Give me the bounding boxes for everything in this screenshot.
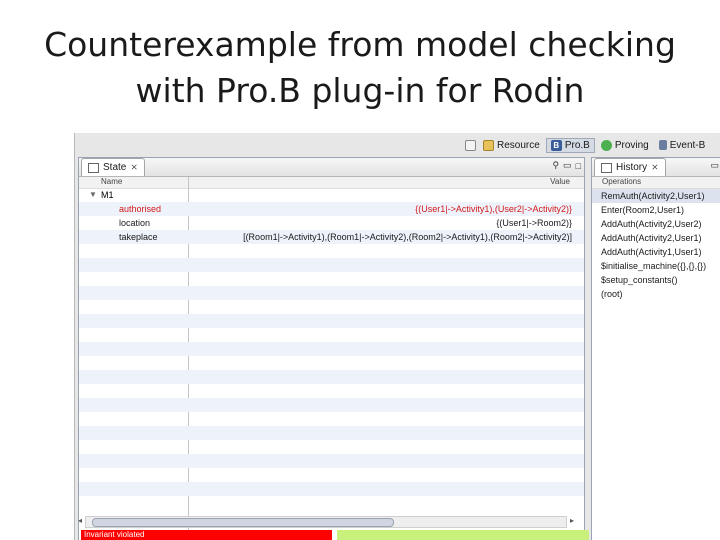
tree-root-row[interactable]: ▼ M1 (79, 188, 584, 202)
empty-row (79, 314, 584, 328)
perspective-prob[interactable]: B Pro.B (545, 137, 595, 153)
slide-title-line-1: Counterexample from model checking (44, 25, 676, 64)
list-item[interactable]: Enter(Room2,User1) (592, 203, 720, 217)
column-header-value[interactable]: Value (550, 177, 570, 186)
perspective-proving-label: Proving (614, 139, 649, 151)
empty-row (79, 384, 584, 398)
perspective-eventb[interactable]: Event-B (655, 139, 710, 152)
horizontal-scrollbar[interactable]: ◂ ▸ (78, 516, 574, 528)
maximize-icon[interactable]: □ (576, 161, 581, 171)
empty-row (79, 412, 584, 426)
list-item[interactable]: AddAuth(Activity2,User1) (592, 231, 720, 245)
list-item[interactable]: AddAuth(Activity1,User1) (592, 245, 720, 259)
empty-row (79, 426, 584, 440)
empty-row (79, 328, 584, 342)
prob-icon: B (550, 139, 562, 151)
ok-status (337, 530, 589, 540)
empty-row (79, 356, 584, 370)
state-table: ▼ M1 authorised {(User1|->Activity1),(Us… (79, 188, 584, 510)
scroll-left-icon[interactable]: ◂ (78, 516, 82, 525)
eventb-icon (658, 140, 667, 150)
state-view-window-buttons: ⚲ ▭ □ (548, 160, 581, 171)
perspective-resource[interactable]: Resource (479, 139, 544, 152)
empty-row (79, 244, 584, 258)
slide-title-line-2: with Pro.B plug-in for Rodin (135, 71, 585, 110)
table-row[interactable]: takeplace [(Room1|->Activity1),(Room1|->… (79, 230, 584, 244)
variable-name: location (119, 218, 151, 228)
list-item[interactable]: (root) (592, 287, 720, 301)
minimize-icon[interactable]: ▭ (710, 160, 719, 171)
empty-row (79, 482, 584, 496)
variable-value: {(User1|->Room2)} (496, 218, 572, 228)
list-item[interactable]: AddAuth(Activity2,User2) (592, 217, 720, 231)
close-icon[interactable]: ⨯ (130, 162, 138, 173)
empty-row (79, 370, 584, 384)
expand-arrow-icon[interactable]: ▼ (89, 188, 97, 202)
pin-icon[interactable]: ⚲ (552, 160, 559, 171)
tab-state-label: State (103, 162, 127, 173)
empty-row (79, 286, 584, 300)
tab-history-label: History (616, 162, 648, 173)
state-view: State ⨯ ⚲ ▭ □ Name Value ▼ M1 authorised… (78, 157, 585, 540)
history-view-tabbar: History ⨯ ▭ (592, 158, 720, 177)
variable-name: authorised (119, 204, 162, 214)
empty-row (79, 300, 584, 314)
list-item[interactable]: RemAuth(Activity2,User1) (592, 189, 720, 203)
perspective-proving[interactable]: Proving (597, 139, 653, 152)
tab-history[interactable]: History ⨯ (594, 158, 666, 176)
view-icon (88, 162, 99, 173)
empty-row (79, 440, 584, 454)
history-view: History ⨯ ▭ Operations RemAuth(Activity2… (591, 157, 720, 540)
column-header-name[interactable]: Name (101, 177, 122, 186)
tree-root-label: M1 (101, 190, 114, 200)
empty-row (79, 272, 584, 286)
open-perspective-icon[interactable] (465, 139, 476, 151)
perspective-eventb-label: Event-B (669, 139, 706, 151)
variable-value: {(User1|->Activity1),(User2|->Activity2)… (415, 204, 572, 214)
perspective-resource-label: Resource (497, 139, 540, 151)
scroll-right-icon[interactable]: ▸ (570, 516, 574, 525)
empty-row (79, 454, 584, 468)
empty-row (79, 496, 584, 510)
empty-row (79, 258, 584, 272)
proving-icon (600, 139, 612, 151)
minimize-icon[interactable]: ▭ (563, 160, 572, 171)
column-header-operations[interactable]: Operations (602, 177, 641, 186)
rodin-ide-screenshot: Resource B Pro.B Proving Event-B State ⨯… (74, 133, 720, 540)
history-list: RemAuth(Activity2,User1) Enter(Room2,Use… (592, 189, 720, 301)
resource-icon (483, 139, 494, 151)
scrollbar-thumb[interactable] (92, 518, 394, 527)
history-view-window-buttons: ▭ (706, 160, 719, 171)
state-view-tabbar: State ⨯ ⚲ ▭ □ (79, 158, 584, 177)
tab-state[interactable]: State ⨯ (81, 158, 145, 176)
perspective-prob-label: Pro.B (564, 139, 590, 151)
list-item[interactable]: $initialise_machine({},{},{}) (592, 259, 720, 273)
perspective-bar: Resource B Pro.B Proving Event-B (465, 135, 711, 155)
variable-value: [(Room1|->Activity1),(Room1|->Activity2)… (243, 232, 572, 242)
empty-row (79, 468, 584, 482)
empty-row (79, 342, 584, 356)
variable-name: takeplace (119, 232, 158, 242)
table-row[interactable]: location {(User1|->Room2)} (79, 216, 584, 230)
table-row[interactable]: authorised {(User1|->Activity1),(User2|-… (79, 202, 584, 216)
close-icon[interactable]: ⨯ (651, 162, 659, 173)
invariant-status: Invariant violated (81, 530, 332, 540)
list-item[interactable]: $setup_constants() (592, 273, 720, 287)
history-table-header: Operations (592, 177, 720, 189)
empty-row (79, 398, 584, 412)
slide-title: Counterexample from model checking with … (0, 22, 720, 114)
view-icon (601, 162, 612, 173)
